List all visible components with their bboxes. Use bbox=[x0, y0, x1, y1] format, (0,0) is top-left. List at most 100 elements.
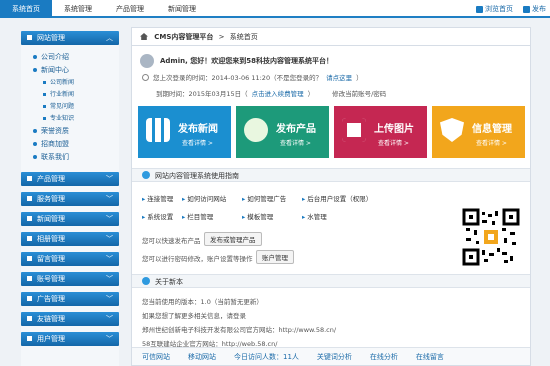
breadcrumb: CMS内容管理平台 > 系统首页 bbox=[132, 28, 530, 46]
sidebar-group-message[interactable]: 留言管理 ﹀ bbox=[21, 252, 119, 266]
group-label: 广告管理 bbox=[37, 295, 65, 303]
bullet-icon bbox=[33, 142, 37, 146]
sidebar-item-contact[interactable]: 联系我们 bbox=[21, 151, 119, 164]
renew-link[interactable]: 点击进入续费管理 bbox=[252, 88, 304, 98]
group-label: 产品管理 bbox=[37, 175, 65, 183]
tile-publish-news[interactable]: 发布新闻 查看详情 > bbox=[138, 106, 231, 158]
group-label: 相册管理 bbox=[37, 235, 65, 243]
sidebar-group-links[interactable]: 友链管理 ﹀ bbox=[21, 312, 119, 326]
bullet-icon bbox=[33, 68, 37, 72]
item-label: 招商加盟 bbox=[41, 140, 69, 148]
sidebar-subitem-industry-news[interactable]: 行业新闻 bbox=[21, 89, 119, 101]
group-label: 留言管理 bbox=[37, 255, 65, 263]
expire-end: ） bbox=[307, 90, 315, 98]
publish-label: 发布 bbox=[532, 5, 546, 13]
sidebar-group-account[interactable]: 账号管理 ﹀ bbox=[21, 272, 119, 286]
qr-code bbox=[462, 208, 520, 266]
sidebar-subitem-faq[interactable]: 常见问题 bbox=[21, 101, 119, 113]
footer-mobile-site[interactable]: 移动网站 bbox=[188, 352, 216, 362]
main-panel: CMS内容管理平台 > 系统首页 Admin, 您好！欢迎您来到58科技内容管理… bbox=[131, 27, 531, 366]
breadcrumb-separator: > bbox=[218, 33, 225, 41]
group-label: 友链管理 bbox=[37, 315, 65, 323]
tile-info-manage[interactable]: 信息管理 查看详情 > bbox=[432, 106, 525, 158]
square-icon bbox=[27, 256, 32, 261]
report-login-link[interactable]: 请点这里 bbox=[326, 72, 352, 82]
group-label: 新闻管理 bbox=[37, 215, 65, 223]
tile-upload-image[interactable]: 上传图片 查看详情 > bbox=[334, 106, 427, 158]
footer-keyword-analysis[interactable]: 关键词分析 bbox=[317, 352, 352, 362]
breadcrumb-current: 系统首页 bbox=[229, 33, 258, 41]
square-icon bbox=[27, 336, 32, 341]
sidebar-item-company[interactable]: 公司介绍 bbox=[21, 51, 119, 64]
sidebar-item-honor[interactable]: 荣誉资质 bbox=[21, 125, 119, 138]
guide-link[interactable]: 系统设置 bbox=[142, 211, 173, 221]
browse-home-link[interactable]: 浏览首页 bbox=[476, 0, 513, 18]
guide-link[interactable]: 栏目管理 bbox=[182, 211, 213, 221]
footer-trusted-site[interactable]: 可信网站 bbox=[142, 352, 170, 362]
sidebar-group-ads[interactable]: 广告管理 ﹀ bbox=[21, 292, 119, 306]
chevron-down-icon: ﹀ bbox=[106, 235, 113, 243]
tab-product[interactable]: 产品管理 bbox=[104, 0, 156, 18]
guide-link[interactable]: 模板管理 bbox=[242, 211, 273, 221]
sidebar-subitem-company-news[interactable]: 公司新闻 bbox=[21, 77, 119, 89]
publish-link[interactable]: 发布 bbox=[523, 0, 546, 18]
guide-link[interactable]: 如何管理广告 bbox=[242, 193, 286, 203]
bullet-icon bbox=[43, 81, 46, 84]
item-label: 公司新闻 bbox=[50, 79, 75, 86]
sidebar-group-users[interactable]: 用户管理 ﹀ bbox=[21, 332, 119, 346]
home-icon bbox=[476, 5, 483, 13]
item-label: 专业知识 bbox=[50, 115, 75, 122]
footer-visitors: 今日访问人数：11人 bbox=[234, 352, 299, 361]
chevron-down-icon: ﹀ bbox=[106, 215, 113, 223]
chevron-down-icon: ﹀ bbox=[106, 335, 113, 343]
guide-link[interactable]: 如何访问网站 bbox=[182, 193, 226, 203]
tile-label: 发布新闻 bbox=[178, 124, 218, 135]
tab-home[interactable]: 系统首页 bbox=[0, 0, 52, 18]
account-button[interactable]: 账户管理 bbox=[256, 250, 294, 264]
footer-online-message[interactable]: 在线留言 bbox=[416, 352, 444, 362]
about-title: 关于新本 bbox=[155, 278, 183, 286]
tile-sub: 查看详情 > bbox=[280, 140, 311, 147]
footer-online-analysis[interactable]: 在线分析 bbox=[370, 352, 398, 362]
shield-icon bbox=[440, 118, 464, 142]
group-label: 账号管理 bbox=[37, 275, 65, 283]
chevron-down-icon: ﹀ bbox=[106, 275, 113, 283]
square-icon bbox=[27, 196, 32, 201]
modify-account-link[interactable]: 修改当前账号/密码 bbox=[332, 88, 386, 98]
about-version: 您当前使用的版本：1.0（当前暂无更新） bbox=[142, 298, 263, 306]
tile-sub: 查看详情 > bbox=[476, 140, 507, 147]
guide-link[interactable]: 后台用户设置（权限） bbox=[302, 193, 372, 203]
sidebar-subitem-knowledge[interactable]: 专业知识 bbox=[21, 113, 119, 125]
account-text: 您可以进行密码修改，账户设置等操作 bbox=[142, 255, 253, 263]
top-right-links: 浏览首页 发布 bbox=[476, 0, 546, 18]
tab-news[interactable]: 新闻管理 bbox=[156, 0, 208, 18]
group-label: 网站管理 bbox=[37, 34, 65, 42]
sidebar-group-album[interactable]: 相册管理 ﹀ bbox=[21, 232, 119, 246]
guide-title: 网站内容管理系统使用指南 bbox=[155, 172, 239, 180]
tile-sub: 查看详情 > bbox=[378, 140, 409, 147]
top-nav: 系统首页 系统管理 产品管理 新闻管理 bbox=[0, 0, 208, 18]
square-icon bbox=[27, 276, 32, 281]
post-product-button[interactable]: 发布或管理产品 bbox=[204, 232, 262, 246]
sidebar-group-product[interactable]: 产品管理 ﹀ bbox=[21, 172, 119, 186]
sidebar-item-join[interactable]: 招商加盟 bbox=[21, 138, 119, 151]
sidebar-group-service[interactable]: 服务管理 ﹀ bbox=[21, 192, 119, 206]
sidebar-group-news[interactable]: 新闻管理 ﹀ bbox=[21, 212, 119, 226]
tile-publish-product[interactable]: 发布产品 查看详情 > bbox=[236, 106, 329, 158]
chevron-down-icon: ﹀ bbox=[106, 295, 113, 303]
group-label: 服务管理 bbox=[37, 195, 65, 203]
about-company-site[interactable]: 郑州世纪创新电子科技开发有限公司官方网站：http://www.58.cn/ bbox=[142, 324, 336, 334]
chevron-down-icon: ﹀ bbox=[106, 255, 113, 263]
globe-icon bbox=[142, 171, 150, 179]
welcome-banner: Admin, 您好！欢迎您来到58科技内容管理系统平台！ bbox=[140, 54, 333, 68]
chevron-up-icon: ︿ bbox=[106, 34, 113, 42]
tab-system[interactable]: 系统管理 bbox=[52, 0, 104, 18]
guide-header: 网站内容管理系统使用指南 bbox=[132, 168, 530, 182]
guide-link[interactable]: 水管理 bbox=[302, 211, 327, 221]
camera-icon bbox=[342, 118, 366, 142]
guide-link[interactable]: 连接管理 bbox=[142, 193, 173, 203]
group-label: 用户管理 bbox=[37, 335, 65, 343]
sidebar-group-website[interactable]: 网站管理 ︿ bbox=[21, 31, 119, 45]
breadcrumb-root[interactable]: CMS内容管理平台 bbox=[154, 33, 213, 41]
sidebar-item-news-center[interactable]: 新闻中心 bbox=[21, 64, 119, 77]
